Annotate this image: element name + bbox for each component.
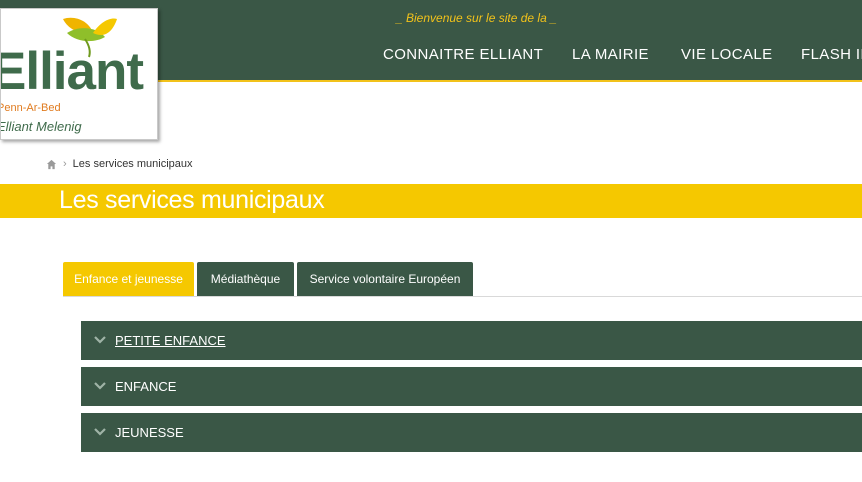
chevron-down-icon — [94, 382, 106, 390]
tab-divider — [63, 296, 862, 297]
logo-tagline: Elliant Melenig — [0, 119, 82, 134]
nav-la-mairie[interactable]: LA MAIRIE — [572, 46, 649, 63]
accordion-enfance[interactable]: ENFANCE — [81, 367, 862, 406]
welcome-text: _ Bienvenue sur le site de la _ — [396, 11, 557, 25]
logo-subtitle: Penn-Ar-Bed — [0, 102, 61, 114]
accordion-jeunesse[interactable]: JEUNESSE — [81, 413, 862, 452]
nav-flash-info[interactable]: FLASH IN — [801, 46, 862, 63]
title-band: Les services municipaux — [0, 184, 862, 218]
accordion-petite-enfance[interactable]: PETITE ENFANCE — [81, 321, 862, 360]
nav-vie-locale[interactable]: VIE LOCALE — [681, 46, 773, 63]
chevron-down-icon — [94, 428, 106, 436]
tab-enfance-jeunesse[interactable]: Enfance et jeunesse — [63, 262, 194, 296]
site-logo[interactable]: Elliant Penn-Ar-Bed Elliant Melenig — [0, 8, 158, 140]
breadcrumb-separator: › — [63, 158, 67, 170]
logo-wordmark: Elliant — [0, 42, 144, 101]
accordion-label: ENFANCE — [115, 379, 177, 394]
home-icon[interactable] — [46, 159, 57, 170]
tab-mediatheque[interactable]: Médiathèque — [197, 262, 294, 296]
tab-service-volontaire[interactable]: Service volontaire Européen — [297, 262, 473, 296]
accordion-label: JEUNESSE — [115, 425, 184, 440]
page-title: Les services municipaux — [59, 186, 325, 214]
accordion-label: PETITE ENFANCE — [115, 333, 226, 348]
nav-connaitre-elliant[interactable]: CONNAITRE ELLIANT — [383, 46, 543, 63]
breadcrumb: › Les services municipaux — [46, 157, 193, 171]
chevron-down-icon — [94, 336, 106, 344]
breadcrumb-current: Les services municipaux — [72, 158, 193, 170]
